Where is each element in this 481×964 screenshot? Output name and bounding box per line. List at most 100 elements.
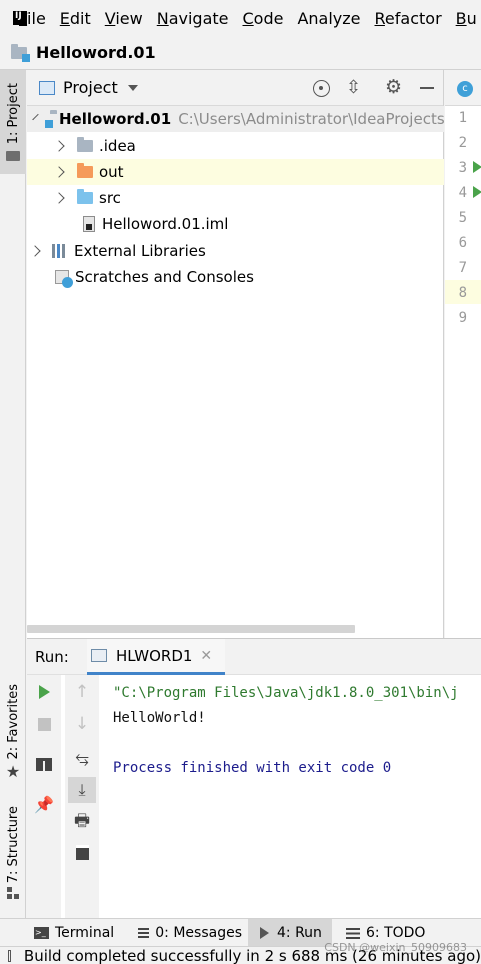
line-number: 7 <box>458 260 467 276</box>
navigation-bar: Helloword.01 <box>0 36 481 70</box>
project-panel: Project ⇳ ⚙ Helloword.01 C:\Users\Admini… <box>27 70 445 638</box>
library-icon <box>52 244 68 258</box>
project-view-icon <box>39 80 55 95</box>
arrow-up-icon[interactable]: ↑ <box>71 681 93 703</box>
line-number: 4 <box>458 185 467 201</box>
minimize-icon[interactable] <box>420 87 434 89</box>
project-panel-header: Project ⇳ ⚙ <box>27 70 443 106</box>
menu-bar: IJ File Edit View Navigate Code Analyze … <box>0 0 481 36</box>
left-tool-strip: 1: Project 2: Favorites ★ 7: Structure <box>0 70 26 918</box>
chevron-right-icon[interactable] <box>53 192 65 204</box>
rerun-icon[interactable] <box>33 681 55 703</box>
run-gutter-icon[interactable] <box>473 186 481 198</box>
line-number: 1 <box>458 110 467 126</box>
chevron-right-icon[interactable] <box>53 166 65 178</box>
line-number: 3 <box>458 160 467 176</box>
scroll-to-end-icon[interactable]: ⤓ <box>68 777 96 803</box>
run-gutter-icon[interactable] <box>473 161 481 173</box>
structure-icon <box>7 887 19 900</box>
tab-messages[interactable]: 0: Messages <box>138 919 242 947</box>
source-folder-icon <box>77 189 93 204</box>
excluded-folder-icon <box>77 163 93 178</box>
tab-terminal[interactable]: >_ Terminal <box>34 919 124 947</box>
tree-row-out[interactable]: out <box>27 159 444 185</box>
menu-code[interactable]: Code <box>243 9 284 28</box>
console-output[interactable]: "C:\Program Files\Java\jdk1.8.0_301\bin\… <box>100 675 481 919</box>
messages-icon <box>138 928 150 938</box>
star-icon: ★ <box>5 761 21 781</box>
locate-icon[interactable] <box>313 80 330 97</box>
menu-build[interactable]: Bu <box>456 9 477 28</box>
run-panel: Run: HLWORD1 ✕ 📌 ↑ ↓ ⥃ ⤓ 🖶 "C:\Program F… <box>27 638 481 919</box>
trash-icon[interactable] <box>71 841 93 863</box>
console-exit-message: Process finished with exit code 0 <box>113 760 392 776</box>
status-toggle-icon[interactable] <box>8 949 11 962</box>
line-number: 5 <box>458 210 467 226</box>
menu-edit[interactable]: Edit <box>60 9 91 28</box>
tab-project-label: 1: Project <box>5 83 21 145</box>
line-number: 6 <box>458 235 467 251</box>
tree-item-label: out <box>99 163 124 181</box>
menu-analyze[interactable]: Analyze <box>297 9 360 28</box>
iml-file-icon <box>83 216 95 232</box>
menu-refactor[interactable]: Refactor <box>375 9 442 28</box>
console-command-line: "C:\Program Files\Java\jdk1.8.0_301\bin\… <box>113 685 459 701</box>
tree-row-src[interactable]: src <box>27 185 444 211</box>
run-icon <box>260 927 269 939</box>
soft-wrap-icon[interactable]: ⥃ <box>71 747 93 769</box>
line-number: 2 <box>458 135 467 151</box>
run-tab[interactable]: HLWORD1 ✕ <box>87 639 225 675</box>
tab-run[interactable]: 4: Run <box>248 919 332 947</box>
tab-favorites[interactable]: 2: Favorites ★ <box>0 684 26 784</box>
stop-icon[interactable] <box>33 713 55 735</box>
close-icon[interactable]: ✕ <box>200 648 212 664</box>
print-icon[interactable]: 🖶 <box>71 811 93 833</box>
tab-terminal-label: Terminal <box>55 925 115 941</box>
class-file-icon[interactable]: c <box>457 81 473 97</box>
tab-structure[interactable]: 7: Structure <box>0 806 26 902</box>
tree-item-label: Scratches and Consoles <box>75 268 254 286</box>
tab-project[interactable]: 1: Project <box>0 70 26 174</box>
tab-run-label: 4: Run <box>277 925 322 941</box>
tree-item-label: Helloword.01.iml <box>102 215 229 233</box>
tab-favorites-label: 2: Favorites <box>5 684 21 760</box>
chevron-down-icon[interactable] <box>32 113 39 121</box>
run-label: Run: <box>35 647 69 666</box>
run-toolbar-secondary: ↑ ↓ ⥃ ⤓ 🖶 <box>65 675 99 919</box>
tree-root-name: Helloword.01 <box>59 110 172 128</box>
menu-navigate[interactable]: Navigate <box>157 9 229 28</box>
watermark: CSDN @weixin_50909683 <box>324 941 467 954</box>
editor-area: c 1 2 3 4 5 6 7 8 9 <box>445 70 481 638</box>
breadcrumb-project-name[interactable]: Helloword.01 <box>36 43 156 62</box>
scratches-icon <box>55 270 73 288</box>
tree-root-path: C:\Users\Administrator\IdeaProjects <box>178 110 445 128</box>
chevron-right-icon[interactable] <box>29 245 41 257</box>
run-panel-header: Run: HLWORD1 ✕ <box>27 639 481 675</box>
tree-row-root[interactable]: Helloword.01 C:\Users\Administrator\Idea… <box>27 106 445 132</box>
terminal-icon: >_ <box>34 927 49 939</box>
arrow-down-icon[interactable]: ↓ <box>71 713 93 735</box>
tree-item-label: .idea <box>99 137 136 155</box>
tree-row-scratches[interactable]: Scratches and Consoles <box>27 264 444 290</box>
project-folder-icon <box>11 43 30 62</box>
collapse-all-icon[interactable]: ⇳ <box>346 78 361 98</box>
tree-row-iml[interactable]: Helloword.01.iml <box>27 211 444 237</box>
tab-messages-label: 0: Messages <box>155 925 242 941</box>
horizontal-scrollbar[interactable] <box>27 625 355 633</box>
line-number: 8 <box>458 285 467 301</box>
chevron-down-icon[interactable] <box>127 84 138 91</box>
run-config-icon <box>91 649 107 662</box>
tree-row-idea[interactable]: .idea <box>27 133 444 159</box>
line-number: 9 <box>458 310 467 326</box>
pin-icon[interactable]: 📌 <box>33 793 55 815</box>
menu-view[interactable]: View <box>105 9 143 28</box>
tab-structure-label: 7: Structure <box>5 806 21 884</box>
chevron-right-icon[interactable] <box>53 140 65 152</box>
project-view-title[interactable]: Project <box>63 78 118 97</box>
restore-layout-icon[interactable] <box>33 753 55 775</box>
gear-icon[interactable]: ⚙ <box>385 76 402 98</box>
tree-row-external-libraries[interactable]: External Libraries <box>27 238 444 264</box>
project-tab-icon <box>6 150 20 161</box>
console-program-output: HelloWorld! <box>113 710 206 726</box>
run-toolbar-primary: 📌 <box>27 675 61 919</box>
